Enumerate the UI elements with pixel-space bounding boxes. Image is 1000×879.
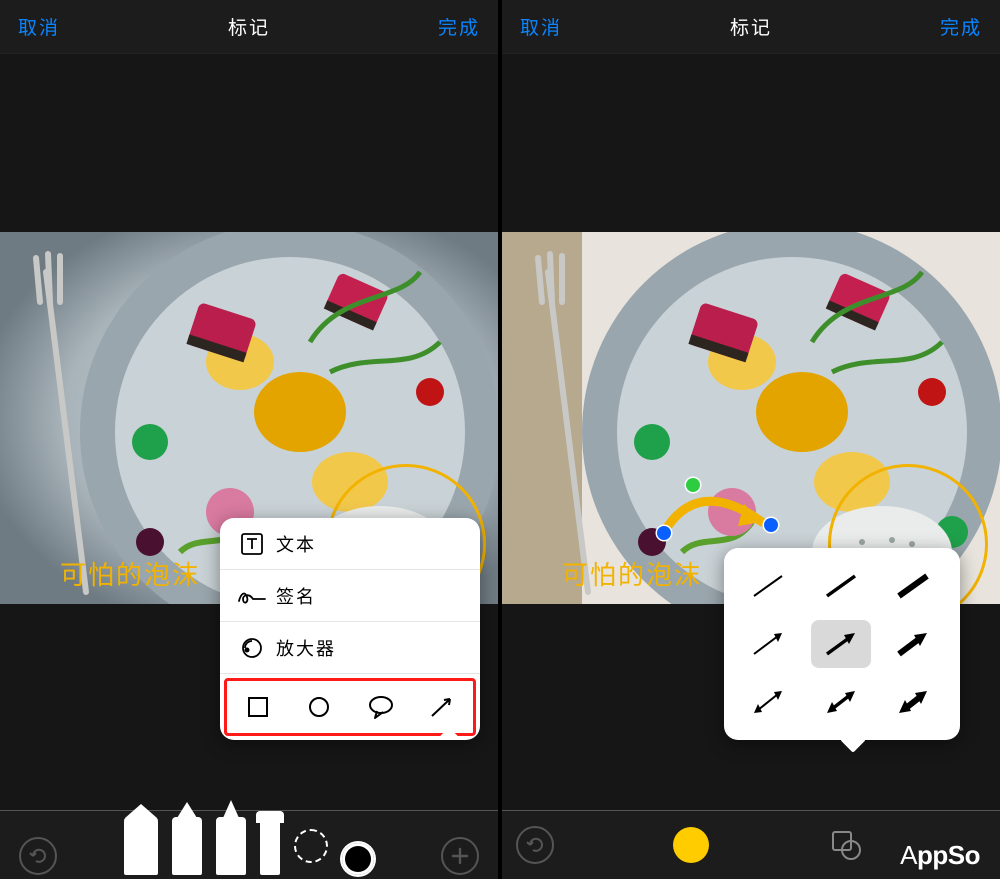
text-tool-icon [234, 531, 270, 557]
double-arrow-thick[interactable] [883, 678, 943, 726]
magnifier-icon [234, 635, 270, 661]
text-annotation[interactable]: 可怕的泡沫 [562, 555, 702, 592]
arrow-handle-end[interactable] [764, 518, 778, 532]
add-menu-magnifier-label: 放大器 [276, 635, 336, 661]
lasso-tool[interactable] [294, 829, 328, 863]
add-menu-signature[interactable]: 签名 [220, 570, 480, 622]
add-menu-magnifier[interactable]: 放大器 [220, 622, 480, 674]
add-menu-text-label: 文本 [276, 531, 316, 557]
color-picker-yellow[interactable] [673, 827, 709, 863]
add-menu-shapes-row [224, 678, 476, 736]
markup-toolbar [0, 811, 498, 879]
add-menu-popup: 文本 签名 放大器 [220, 518, 480, 740]
cancel-button[interactable]: 取消 [520, 13, 562, 40]
nav-title: 标记 [730, 13, 772, 40]
done-button[interactable]: 完成 [940, 13, 982, 40]
text-annotation[interactable]: 可怕的泡沫 [60, 555, 200, 592]
pen-marker[interactable] [124, 817, 158, 875]
canvas-area[interactable]: 可怕的泡沫 文本 签名 [0, 54, 498, 810]
cancel-button[interactable]: 取消 [18, 13, 60, 40]
add-menu-signature-label: 签名 [276, 583, 316, 609]
nav-bar: 取消 标记 完成 [502, 0, 1000, 54]
markup-editor-right: 取消 标记 完成 [502, 0, 1000, 879]
pen-highlighter[interactable] [172, 817, 202, 875]
nav-title: 标记 [228, 13, 270, 40]
arrow-annotation-selected[interactable] [658, 482, 780, 546]
shape-arrow[interactable] [422, 687, 462, 727]
shape-rectangle[interactable] [238, 687, 278, 727]
double-arrow-medium[interactable] [811, 678, 871, 726]
undo-button[interactable] [516, 826, 554, 864]
arrow-handle-curve[interactable] [686, 478, 700, 492]
done-button[interactable]: 完成 [438, 13, 480, 40]
double-arrow-thin[interactable] [738, 678, 798, 726]
markup-editor-left: 取消 标记 完成 [0, 0, 498, 879]
arrow-handle-start[interactable] [657, 526, 671, 540]
line-thick[interactable] [883, 562, 943, 610]
add-button[interactable] [441, 837, 479, 875]
arrow-thick[interactable] [883, 620, 943, 668]
pen-eraser[interactable] [260, 817, 280, 875]
watermark-appso: AppSo [900, 840, 980, 871]
arrow-thin[interactable] [738, 620, 798, 668]
undo-button[interactable] [19, 837, 57, 875]
shape-circle[interactable] [299, 687, 339, 727]
pen-pencil[interactable] [216, 817, 246, 875]
arrow-style-popup [724, 548, 960, 740]
line-thin[interactable] [738, 562, 798, 610]
nav-bar: 取消 标记 完成 [0, 0, 498, 54]
color-picker[interactable] [342, 843, 374, 875]
shape-style-button[interactable] [828, 826, 866, 864]
canvas-area[interactable]: 可怕的泡沫 [502, 54, 1000, 810]
shape-speech-bubble[interactable] [361, 687, 401, 727]
signature-icon [234, 585, 270, 607]
arrow-medium-selected[interactable] [811, 620, 871, 668]
add-menu-text[interactable]: 文本 [220, 518, 480, 570]
line-medium[interactable] [811, 562, 871, 610]
